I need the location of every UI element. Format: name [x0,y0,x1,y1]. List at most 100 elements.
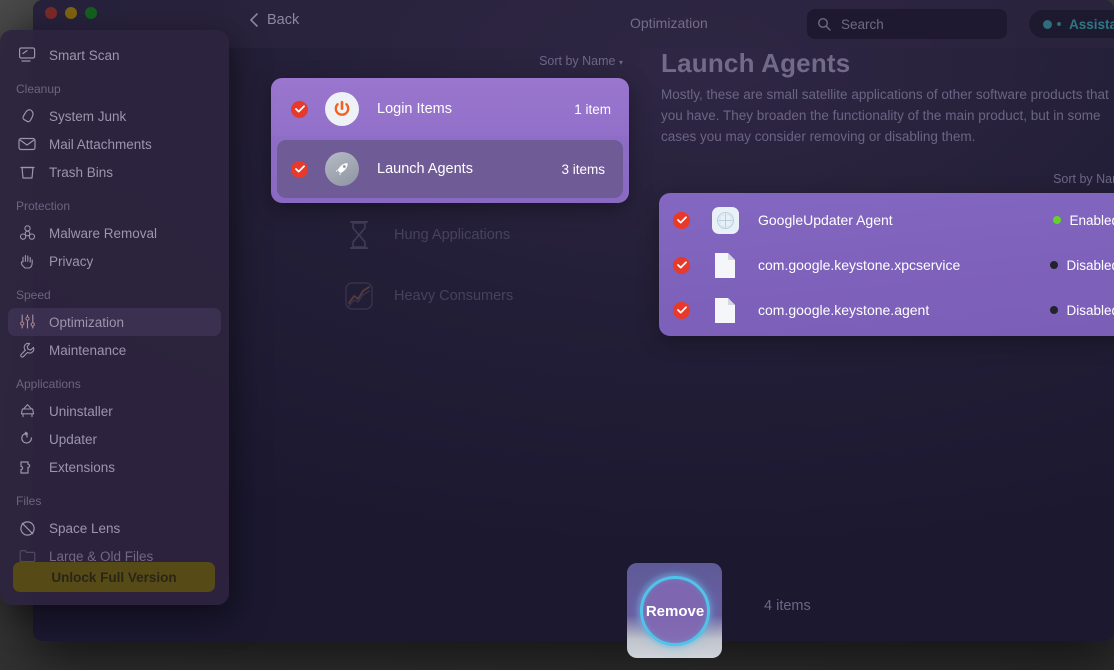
biohazard-glyph-icon [19,224,35,240]
sidebar-item-maintenance[interactable]: Maintenance [8,336,221,364]
chart-icon [342,279,376,313]
status-dot-icon [1050,306,1059,314]
sidebar-item-label: Privacy [49,253,94,269]
search-icon [817,17,831,31]
sidebar-item-label: Mail Attachments [49,136,152,152]
check-icon [676,306,687,314]
middle-sort-control[interactable]: Sort by Name ▾ [271,54,631,68]
rocket-icon [325,152,359,186]
close-button[interactable] [45,7,57,19]
sidebar-item-malware-removal[interactable]: Malware Removal [8,219,221,247]
sidebar-item-label: Optimization [49,314,125,330]
category-count: 1 item [574,101,611,117]
check-icon [294,165,305,173]
page-description: Mostly, these are small satellite applic… [661,87,1109,144]
detail-sort-control[interactable]: Sort by Name ▾ [661,172,1114,186]
status-label: Disabled [1066,257,1114,273]
sidebar: Smart Scan Cleanup System Junk Mail Atta… [0,30,229,605]
broom-glyph-icon [21,108,34,122]
trash-icon [16,161,38,183]
category-row-hung-applications[interactable]: Hung Applications [271,205,629,265]
category-count: 3 items [561,161,605,177]
detail-sort-label: Sort by Name [1053,172,1114,186]
remove-label: Remove [645,602,705,620]
sidebar-item-label: Uninstaller [49,403,113,419]
document-icon [711,296,739,324]
status-badge: Enabled [1053,213,1114,228]
document-glyph-icon [715,297,735,323]
table-row[interactable]: com.google.keystone.xpcservice Disabled [659,242,1114,287]
document-icon [711,251,739,279]
sidebar-item-label: Trash Bins [49,164,114,180]
sidebar-item-privacy[interactable]: Privacy [8,247,221,275]
sliders-icon [16,311,38,333]
sidebar-item-optimization[interactable]: Optimization [8,308,221,336]
sidebar-item-uninstaller[interactable]: Uninstaller [8,397,221,425]
sidebar-group-title: Cleanup [16,82,61,96]
broom-icon [16,105,38,127]
remove-button[interactable]: Remove [640,576,710,646]
screen: Back Optimization Search Assistant Sort … [0,0,1114,670]
category-checkbox[interactable] [291,100,308,118]
agent-list: GoogleUpdater Agent Enabled [659,193,1114,336]
sidebar-item-system-junk[interactable]: System Junk [8,102,221,130]
zoom-button[interactable] [85,7,97,19]
category-label: Login Items [377,101,452,117]
space-lens-glyph-icon [19,520,35,536]
page-title: Launch Agents [661,48,851,78]
check-icon [294,105,305,113]
sidebar-item-smart-scan[interactable]: Smart Scan [8,41,221,69]
sidebar-item-label: Updater [49,431,98,447]
sidebar-item-label: Smart Scan [49,47,120,63]
category-label: Launch Agents [377,161,473,177]
table-row[interactable]: GoogleUpdater Agent Enabled [659,197,1114,242]
back-button[interactable]: Back [249,12,299,28]
footer-items-count: 4 items [764,598,811,614]
unlock-label: Unlock Full Version [51,569,177,585]
row-checkbox[interactable] [673,256,690,274]
assistant-button[interactable]: Assistant [1029,10,1114,38]
biohazard-icon [16,222,38,244]
middle-sort-label: Sort by Name [539,54,616,68]
monitor-scan-glyph-icon [18,47,35,62]
row-checkbox[interactable] [673,211,690,229]
hand-icon [16,250,38,272]
table-row[interactable]: com.google.keystone.agent Disabled [659,287,1114,332]
sidebar-group-title: Speed [16,288,51,302]
category-row-heavy-consumers[interactable]: Heavy Consumers [271,266,629,326]
unlock-full-version-button[interactable]: Unlock Full Version [13,562,215,592]
hourglass-icon [342,218,376,252]
sidebar-item-updater[interactable]: Updater [8,425,221,453]
minimize-button[interactable] [65,7,77,19]
sidebar-item-label: Extensions [49,459,116,475]
chevron-down-icon: ▾ [618,58,623,67]
check-icon [676,261,687,269]
monitor-scan-icon [16,44,38,66]
envelope-glyph-icon [18,137,36,151]
power-icon [325,92,359,126]
sidebar-item-space-lens[interactable]: Space Lens [8,514,221,542]
category-row-login-items[interactable]: Login Items 1 item [271,78,629,140]
status-dot-icon [1053,216,1062,224]
search-placeholder: Search [841,16,884,32]
space-lens-icon [16,517,38,539]
category-row-launch-agents[interactable]: Launch Agents 3 items [277,140,623,198]
sidebar-item-trash-bins[interactable]: Trash Bins [8,158,221,186]
assistant-label: Assistant [1069,16,1114,32]
hourglass-glyph-icon [350,221,368,249]
sidebar-item-label: Malware Removal [49,225,158,241]
search-field[interactable]: Search [807,9,1007,39]
middle-category-panel: Login Items 1 item Launch Agents 3 items [271,78,629,203]
chevron-left-icon [250,13,258,27]
sidebar-top-section: Smart Scan [0,30,229,69]
sidebar-item-extensions[interactable]: Extensions [8,453,221,481]
category-label: Heavy Consumers [394,288,514,304]
sidebar-item-label: Maintenance [49,342,127,358]
trash-glyph-icon [19,166,35,179]
sidebar-group-title: Files [16,494,42,508]
sidebar-item-mail-attachments[interactable]: Mail Attachments [8,130,221,158]
assistant-dot-small-icon [1057,22,1061,26]
row-checkbox[interactable] [673,301,690,319]
status-badge: Disabled [1050,258,1114,273]
category-checkbox[interactable] [291,160,308,178]
